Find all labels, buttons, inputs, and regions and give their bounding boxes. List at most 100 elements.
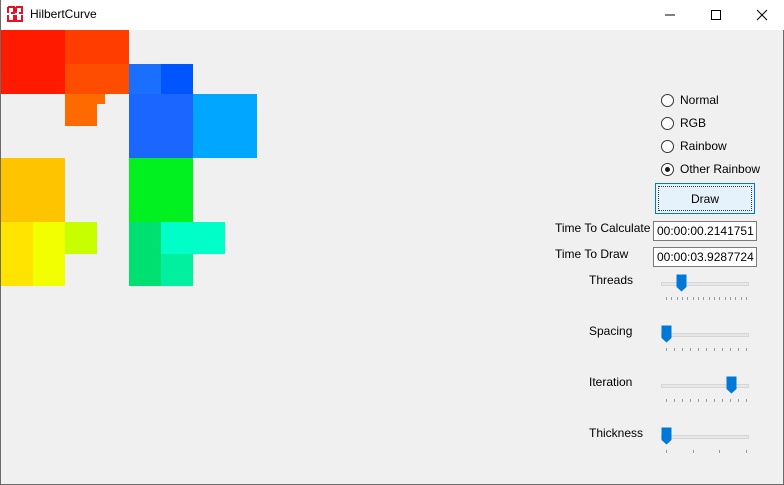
close-button[interactable] [739,0,784,30]
draw-button[interactable]: Draw [655,183,755,214]
radio-rainbow[interactable]: Rainbow [661,138,727,154]
slider-tick [730,399,731,402]
slider-tick [666,399,667,402]
time-to-calculate-field[interactable]: 00:00:00.2141751 [653,221,757,241]
title-bar[interactable]: HilbertCurve [1,0,784,30]
time-to-draw-field[interactable]: 00:00:03.9287724 [653,247,757,267]
radio-rainbow-label: Rainbow [680,139,727,153]
slider-tick [698,348,699,351]
hilbert-app-icon [7,6,23,22]
slider-tick [666,450,667,453]
slider-tick [682,399,683,402]
radio-normal[interactable]: Normal [661,92,719,108]
thickness-slider-ticks [666,450,747,454]
spacing-slider-ticks [666,348,747,352]
slider-tick [666,348,667,351]
curve-block [129,94,193,158]
curve-block [129,64,161,94]
threads-slider-thumb[interactable] [676,274,687,292]
slider-tick [690,399,691,402]
iteration-label: Iteration [589,375,633,389]
spacing-slider-thumb[interactable] [661,325,672,343]
curve-block [129,222,161,286]
slider-tick [674,348,675,351]
curve-block [97,94,105,104]
thickness-slider-track[interactable] [661,435,749,439]
slider-tick [682,297,683,300]
curve-block [161,64,193,94]
slider-tick [698,399,699,402]
radio-rgb-label: RGB [680,116,707,130]
slider-tick [714,399,715,402]
slider-tick [738,399,739,402]
slider-tick [746,348,747,351]
threads-label: Threads [589,273,634,287]
slider-tick [746,297,747,300]
threads-slider[interactable] [661,272,751,302]
curve-block [65,94,97,126]
threads-slider-ticks [666,297,747,301]
thickness-slider[interactable] [661,425,751,455]
iteration-slider-thumb[interactable] [726,376,737,394]
slider-tick [674,399,675,402]
slider-tick [730,348,731,351]
radio-other-rainbow-label: Other Rainbow [680,162,761,176]
radio-other-rainbow-circle[interactable] [661,162,674,176]
slider-tick [666,297,667,300]
slider-tick [724,297,726,300]
maximize-icon [711,10,721,20]
iteration-slider[interactable] [661,374,751,404]
spacing-slider-track[interactable] [661,333,749,337]
slider-tick [740,297,742,300]
slider-tick [692,297,694,300]
thickness-label: Thickness [589,426,644,440]
slider-tick [719,450,721,453]
slider-tick [682,348,683,351]
maximize-button[interactable] [693,0,739,30]
slider-tick [676,297,678,300]
radio-normal-circle[interactable] [661,93,674,107]
radio-other-rainbow[interactable]: Other Rainbow [661,161,760,177]
curve-block [161,254,193,286]
curve-block [33,222,65,286]
iteration-slider-ticks [666,399,747,403]
threads-slider-track[interactable] [661,282,749,286]
curve-block [65,64,129,94]
curve-block [65,30,129,64]
slider-tick [746,450,747,453]
slider-tick [690,348,691,351]
spacing-slider[interactable] [661,323,751,353]
minimize-icon [665,14,675,16]
thickness-slider-thumb[interactable] [661,427,672,445]
slider-tick [719,297,721,300]
time-to-draw-label: Time To Draw [555,247,629,261]
slider-tick [706,348,707,351]
hilbert-drawing-canvas [1,30,541,480]
window-title: HilbertCurve [30,7,97,21]
curve-block [161,222,225,254]
slider-tick [698,297,699,300]
minimize-button[interactable] [647,0,693,30]
slider-tick [706,399,707,402]
slider-tick [671,297,673,300]
slider-tick [722,348,723,351]
spacing-label: Spacing [589,324,633,338]
slider-tick [708,297,710,300]
main-window: HilbertCurve Normal RGB Rainbow Other Ra… [0,0,784,485]
slider-tick [735,297,737,300]
slider-tick [722,399,723,402]
slider-tick [746,399,747,402]
curve-block [65,222,97,254]
curve-block [129,158,193,222]
radio-rgb[interactable]: RGB [661,115,706,131]
slider-tick [730,297,731,300]
slider-tick [703,297,705,300]
slider-tick [692,450,694,453]
draw-button-label: Draw [690,191,719,206]
slider-tick [738,348,739,351]
radio-rainbow-circle[interactable] [661,139,674,153]
radio-normal-label: Normal [680,93,719,107]
slider-tick [714,297,715,300]
curve-block [1,158,65,222]
radio-rgb-circle[interactable] [661,116,674,130]
